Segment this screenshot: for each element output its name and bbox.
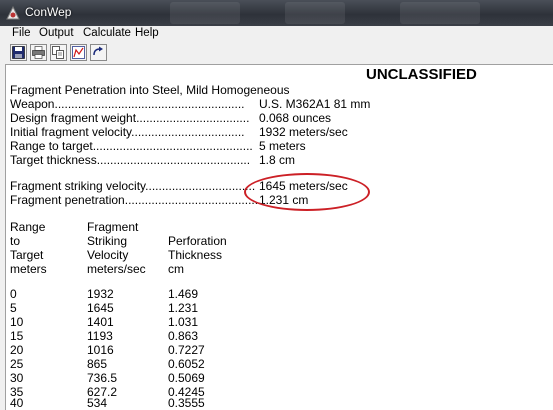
highlight-circle	[244, 173, 370, 211]
table-cell-velocity: 1932	[87, 287, 114, 301]
chart-icon	[72, 46, 85, 59]
table-cell-velocity: 865	[87, 357, 108, 371]
background-window-ghost	[285, 2, 345, 24]
table-header-perforation: Perforation	[168, 234, 227, 248]
input-label-initial-velocity: Initial fragment velocity...............…	[10, 125, 245, 139]
menu-calculate[interactable]: Calculate	[83, 27, 131, 39]
copy-button[interactable]	[50, 44, 67, 61]
table-cell-thickness: 1.469	[168, 287, 199, 301]
report-heading: Fragment Penetration into Steel, Mild Ho…	[10, 83, 290, 97]
classification-label: UNCLASSIFIED	[366, 66, 477, 83]
copy-icon	[52, 46, 64, 59]
floppy-disk-icon	[12, 46, 25, 59]
table-cell-range: 5	[10, 301, 17, 315]
printer-icon	[32, 46, 45, 59]
input-label-weapon: Weapon..................................…	[10, 97, 245, 111]
table-cell-velocity: 1193	[87, 329, 113, 343]
table-cell-range: 10	[10, 315, 24, 329]
toolbar	[0, 42, 553, 65]
input-label-thickness: Target thickness........................…	[10, 153, 251, 167]
report-document: UNCLASSIFIED Fragment Penetration into S…	[6, 65, 553, 410]
title-bar: ConWep	[0, 0, 553, 26]
input-value-thickness: 1.8 cm	[259, 153, 296, 167]
table-cell-velocity: 1016	[87, 343, 114, 357]
table-cell-thickness: 1.031	[168, 315, 199, 329]
table-cell-range: 25	[10, 357, 24, 371]
table-header-range: to	[10, 234, 21, 248]
table-cell-thickness: 0.5069	[168, 371, 205, 385]
table-cell-velocity: 1401	[87, 315, 114, 329]
input-value-range: 5 meters	[259, 139, 306, 153]
table-cell-velocity: 1645	[87, 301, 114, 315]
table-cell-thickness: 1.231	[168, 301, 199, 315]
background-window-ghost	[400, 2, 480, 24]
table-header-velocity: Fragment	[87, 220, 139, 234]
table-header-range: meters	[10, 262, 47, 276]
table-cell-thickness: 0.3555	[168, 396, 205, 410]
table-header-perforation: cm	[168, 262, 184, 276]
chart-button[interactable]	[70, 44, 87, 61]
redo-arrow-icon	[93, 46, 103, 56]
table-cell-velocity: 534	[87, 396, 108, 410]
table-cell-range: 40	[10, 396, 24, 410]
table-cell-thickness: 0.7227	[168, 343, 205, 357]
table-cell-range: 20	[10, 343, 24, 357]
input-value-fragment-weight: 0.068 ounces	[259, 111, 332, 125]
table-cell-thickness: 0.6052	[168, 357, 205, 371]
result-label-penetration: Fragment penetration....................…	[10, 193, 262, 207]
redo-button[interactable]	[90, 44, 107, 61]
table-cell-velocity: 736.5	[87, 371, 118, 385]
table-header-velocity: meters/sec	[87, 262, 146, 276]
save-button[interactable]	[10, 44, 27, 61]
table-cell-range: 30	[10, 371, 24, 385]
table-header-range: Range	[10, 220, 46, 234]
input-label-range: Range to target.........................…	[10, 139, 253, 153]
table-cell-thickness: 0.863	[168, 329, 199, 343]
table-header-range: Target	[10, 248, 44, 262]
window-title: ConWep	[25, 5, 72, 19]
menu-file[interactable]: File	[12, 27, 31, 39]
input-value-weapon: U.S. M362A1 81 mm	[259, 97, 371, 111]
input-label-fragment-weight: Design fragment weight..................…	[10, 111, 250, 125]
table-cell-range: 0	[10, 287, 17, 301]
menu-help[interactable]: Help	[135, 27, 159, 39]
menu-bar: File Output Calculate Help	[0, 26, 553, 42]
print-button[interactable]	[30, 44, 47, 61]
table-header-velocity: Velocity	[87, 248, 129, 262]
background-window-ghost	[170, 2, 240, 24]
menu-output[interactable]: Output	[39, 27, 74, 39]
table-cell-range: 15	[10, 329, 24, 343]
conwep-app-icon	[6, 5, 20, 20]
table-header-velocity: Striking	[87, 234, 128, 248]
input-value-initial-velocity: 1932 meters/sec	[259, 125, 348, 139]
table-header-perforation: Thickness	[168, 248, 223, 262]
result-label-striking-velocity: Fragment striking velocity..............…	[10, 179, 256, 193]
